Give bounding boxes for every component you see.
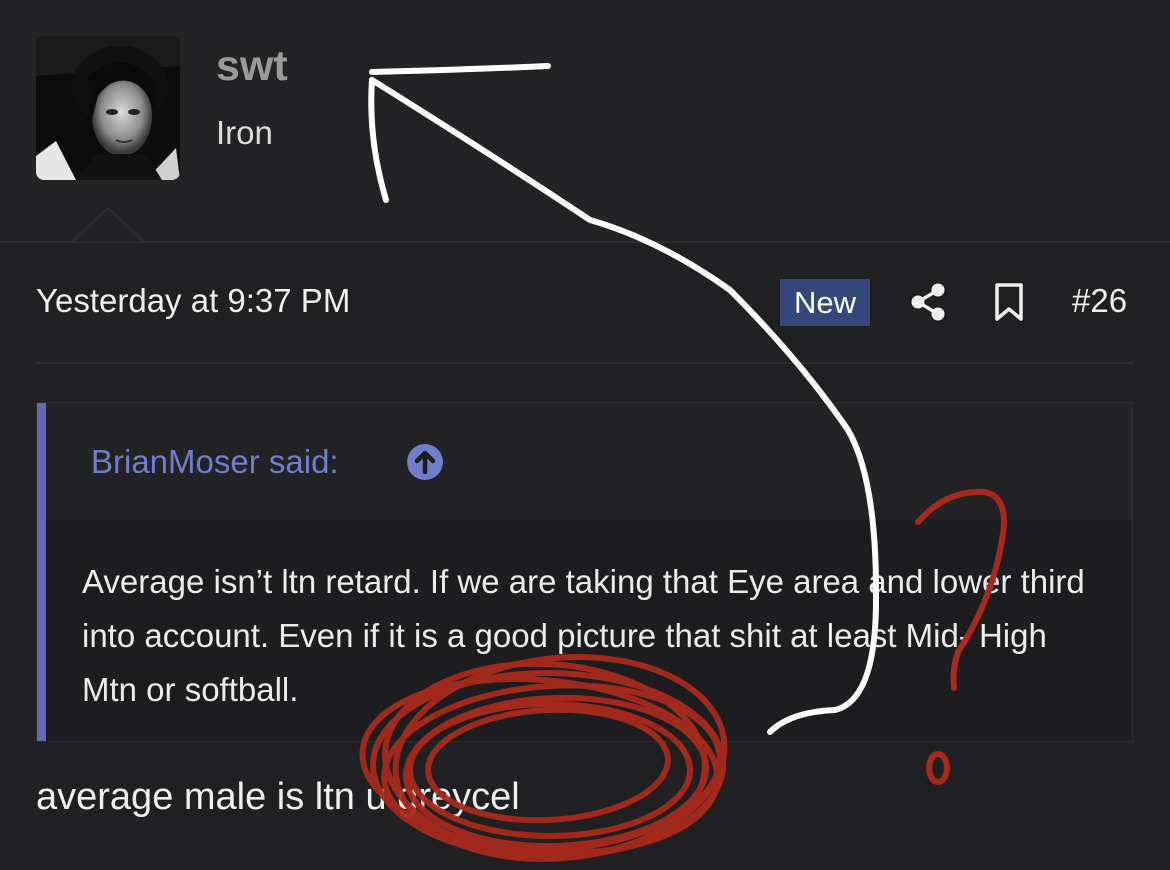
username[interactable]: swt (216, 42, 288, 91)
bookmark-icon[interactable] (994, 283, 1024, 321)
user-info-block: swt Iron (0, 0, 1170, 243)
quote-block: BrianMoser said: Average isn’t ltn retar… (36, 402, 1133, 742)
post-number-link[interactable]: #26 (1072, 282, 1127, 320)
post-message: average male is ltn u greycel (36, 776, 520, 818)
quote-text: Average isn’t ltn retard. If we are taki… (82, 563, 1085, 708)
new-badge: New (780, 279, 870, 326)
quote-accent-bar (37, 403, 46, 741)
user-title: Iron (216, 114, 273, 151)
share-icon[interactable] (908, 282, 948, 322)
arrow-up-circle-icon[interactable] (406, 443, 444, 481)
quote-author-link[interactable]: BrianMoser said: (91, 443, 339, 481)
divider (36, 362, 1134, 364)
post-date[interactable]: Yesterday at 9:37 PM (36, 282, 350, 320)
quote-header: BrianMoser said: (46, 403, 1132, 520)
avatar[interactable] (36, 36, 180, 180)
post-page: swt Iron Yesterday at 9:37 PM New #26 Br… (0, 0, 1170, 870)
message-pointer (72, 206, 144, 243)
